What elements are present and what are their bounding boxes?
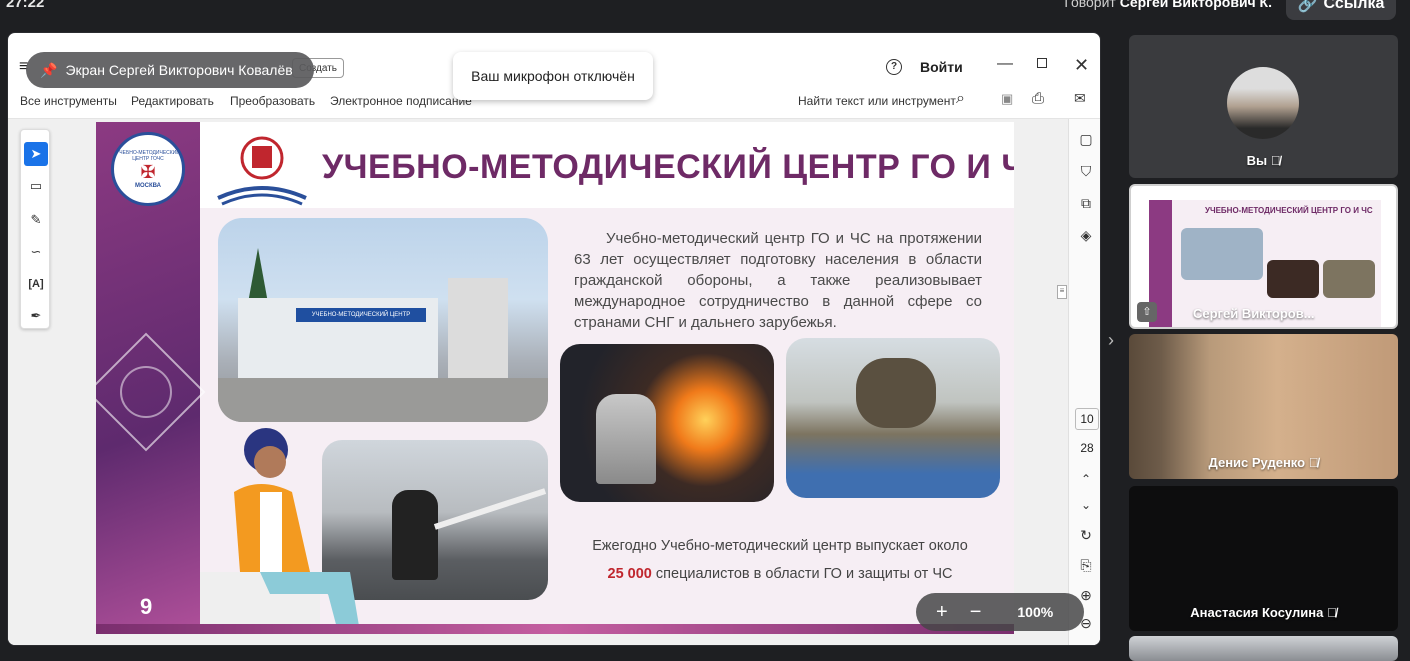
chevron-up-icon[interactable]: ⌃ xyxy=(1076,469,1096,489)
mic-off-icon: 🎙̸ xyxy=(1326,605,1337,620)
participant-name-self-text: Вы xyxy=(1246,153,1268,168)
email-icon[interactable]: ✉ xyxy=(1074,90,1086,107)
zoom-level[interactable]: 100% xyxy=(1017,604,1053,620)
document-info-icon[interactable]: ⎘ xyxy=(1076,555,1096,575)
seal-emblem-icon: ✠ xyxy=(140,161,156,182)
trainee-shape xyxy=(856,358,936,428)
graduates-count: 25 000 xyxy=(607,566,652,582)
collapse-panel-chevron-icon[interactable]: › xyxy=(1108,330,1114,351)
water-stream-shape xyxy=(433,488,547,530)
seal-text-top: УЧЕБНО-МЕТОДИЧЕСКИЙ ЦЕНТР ГОЧС xyxy=(116,149,180,162)
woman-illustration xyxy=(200,422,380,634)
link-button-label: Ссылка xyxy=(1323,0,1385,12)
acrobat-right-rail: ▢ ⛉ ⧉ ◈ ≡ 10 28 ⌃ ⌄ ↻ ⎘ ⊕ ⊖ xyxy=(1057,119,1100,645)
select-cursor-icon[interactable]: ➤ xyxy=(24,142,48,166)
gas-mask-training-photo xyxy=(786,338,1000,498)
print-icon[interactable]: ⎙ xyxy=(1032,90,1044,107)
avatar xyxy=(1227,67,1299,139)
slide-page-number: 9 xyxy=(140,594,153,619)
restore-icon[interactable] xyxy=(1037,58,1047,68)
participant-name-presenter: Сергей Викторов... xyxy=(1193,306,1315,321)
search-tools[interactable]: Найти текст или инструмент xyxy=(798,94,956,108)
building-photo: УЧЕБНО-МЕТОДИЧЕСКИЙ ЦЕНТР xyxy=(218,218,548,422)
sign-icon[interactable]: ✒ xyxy=(24,304,48,328)
mic-muted-toast: Ваш микрофон отключён xyxy=(453,52,653,100)
text-box-icon[interactable]: [A] xyxy=(24,272,48,296)
page-total: 28 xyxy=(1080,441,1094,455)
building-sign: УЧЕБНО-МЕТОДИЧЕСКИЙ ЦЕНТР xyxy=(296,308,426,322)
comments-icon[interactable]: ▢ xyxy=(1076,129,1096,149)
academy-seal-logo: УЧЕБНО-МЕТОДИЧЕСКИЙ ЦЕНТР ГОЧС ✠ МОСКВА xyxy=(111,132,185,206)
thumbnail-photo-3 xyxy=(1323,260,1375,298)
menu-all-tools[interactable]: Все инструменты xyxy=(20,94,117,108)
seal-text-bottom: МОСКВА xyxy=(134,182,162,189)
participant-name-denis: Денис Руденко 🎙̸ xyxy=(1129,455,1398,470)
save-icon[interactable]: ▣ xyxy=(1001,91,1013,107)
pin-icon: 📌 xyxy=(40,61,58,78)
call-timer: 27:22 xyxy=(6,0,45,11)
menu-esign[interactable]: Электронное подписание xyxy=(330,94,472,108)
speaking-name: Сергей Викторович К. xyxy=(1119,0,1272,10)
pages-icon[interactable]: ⧉ xyxy=(1076,193,1096,213)
document-area: УЧЕБНО-МЕТОДИЧЕСКИЙ ЦЕНТР ГОЧС ✠ МОСКВА … xyxy=(8,119,1100,645)
acrobat-tool-palette: ➤ ▭ ✎ ∽ [A] ✒ xyxy=(20,129,50,329)
participant-name-denis-text: Денис Руденко xyxy=(1208,455,1306,470)
screen-share-icon: ⇧ xyxy=(1137,302,1157,322)
slide-paragraph: Учебно-методический центр ГО и ЧС на про… xyxy=(574,230,982,331)
mic-off-icon: 🎙̸ xyxy=(1270,153,1281,168)
participant-name-anastasia: Анастасия Косулина 🎙̸ xyxy=(1129,605,1398,620)
thumbnail-photo-1 xyxy=(1181,228,1263,280)
participant-tile-denis[interactable]: Денис Руденко 🎙̸ xyxy=(1129,334,1398,479)
participant-name-self: Вы 🎙̸ xyxy=(1129,153,1398,168)
participant-tile-self[interactable]: Вы 🎙̸ xyxy=(1129,35,1398,178)
bookmark-icon[interactable]: ⛉ xyxy=(1076,161,1096,181)
pavement-shape xyxy=(218,378,548,422)
layers-icon[interactable]: ◈ xyxy=(1076,225,1096,245)
menu-edit[interactable]: Редактировать xyxy=(131,94,214,108)
top-bar: 27:22 Говорит Сергей Викторович К. 🔗 Ссы… xyxy=(0,0,1410,24)
participant-tile-presenter[interactable]: УЧЕБНО-МЕТОДИЧЕСКИЙ ЦЕНТР ГО И ЧС ⇧ Серг… xyxy=(1129,184,1398,329)
screen-share-view: ≡ Создать ? Войти — ✕ Все инструменты Ре… xyxy=(7,32,1101,646)
fire-training-photo xyxy=(560,344,774,502)
rotate-icon[interactable]: ↻ xyxy=(1076,525,1096,545)
thumbnail-title: УЧЕБНО-МЕТОДИЧЕСКИЙ ЦЕНТР ГО И ЧС xyxy=(1205,206,1373,215)
chevron-down-icon[interactable]: ⌄ xyxy=(1076,495,1096,515)
watermark-circle-icon xyxy=(120,366,172,418)
speaking-prefix: Говорит xyxy=(1064,0,1116,10)
center-emblem-logo xyxy=(208,128,316,208)
zoom-plus-icon[interactable]: + xyxy=(936,601,948,624)
slide: УЧЕБНО-МЕТОДИЧЕСКИЙ ЦЕНТР ГОЧС ✠ МОСКВА … xyxy=(96,122,1014,634)
draw-freehand-icon[interactable]: ∽ xyxy=(24,240,48,264)
help-icon[interactable]: ? xyxy=(886,59,902,75)
search-icon[interactable]: ⌕ xyxy=(956,90,965,108)
presenter-label-text: Экран Сергей Викторович Ковалёв xyxy=(65,62,293,78)
thumbnail-photo-2 xyxy=(1267,260,1319,298)
zoom-control: + − 100% xyxy=(916,593,1084,631)
copy-link-button[interactable]: 🔗 Ссылка xyxy=(1286,0,1396,20)
zoom-minus-icon[interactable]: − xyxy=(970,601,982,624)
speaking-indicator: Говорит Сергей Викторович К. xyxy=(1064,0,1272,10)
page-number-input[interactable]: 10 xyxy=(1075,408,1099,430)
minimize-icon[interactable]: — xyxy=(997,55,1013,73)
participant-tile-anastasia[interactable]: Анастасия Косулина 🎙̸ xyxy=(1129,486,1398,631)
bottom-line-2: специалистов в области ГО и защиты от ЧС xyxy=(655,566,953,582)
firefighter-shape xyxy=(392,490,438,580)
slide-title: УЧЕБНО-МЕТОДИЧЕСКИЙ ЦЕНТР ГО И ЧС xyxy=(322,148,1014,186)
firefighter-suit-shape xyxy=(596,394,656,484)
link-icon: 🔗 xyxy=(1297,0,1318,13)
presenter-label[interactable]: 📌 Экран Сергей Викторович Ковалёв xyxy=(26,52,314,88)
slide-bottom-stripe xyxy=(96,624,1014,634)
participant-tile-next[interactable] xyxy=(1129,636,1398,661)
scroll-grip-icon[interactable]: ≡ xyxy=(1057,285,1067,299)
highlight-pen-icon[interactable]: ✎ xyxy=(24,208,48,232)
slide-bottom-text: Ежегодно Учебно-методический центр выпус… xyxy=(574,532,986,588)
comment-icon[interactable]: ▭ xyxy=(24,174,48,198)
close-icon[interactable]: ✕ xyxy=(1074,55,1089,76)
mic-off-icon: 🎙̸ xyxy=(1308,455,1319,470)
menu-convert[interactable]: Преобразовать xyxy=(230,94,315,108)
participant-name-anastasia-text: Анастасия Косулина xyxy=(1190,605,1324,620)
church-shape xyxy=(448,278,508,378)
signin-button[interactable]: Войти xyxy=(920,59,963,75)
bottom-line-1: Ежегодно Учебно-методический центр выпус… xyxy=(592,538,968,554)
